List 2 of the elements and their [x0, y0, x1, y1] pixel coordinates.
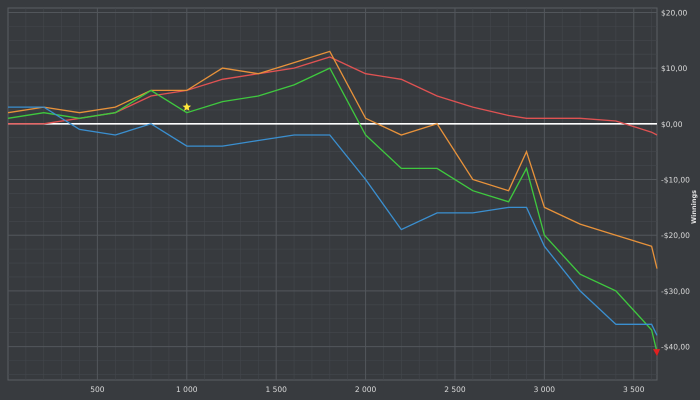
star-icon — [182, 102, 192, 111]
triangle-marker-icon — [653, 349, 660, 356]
